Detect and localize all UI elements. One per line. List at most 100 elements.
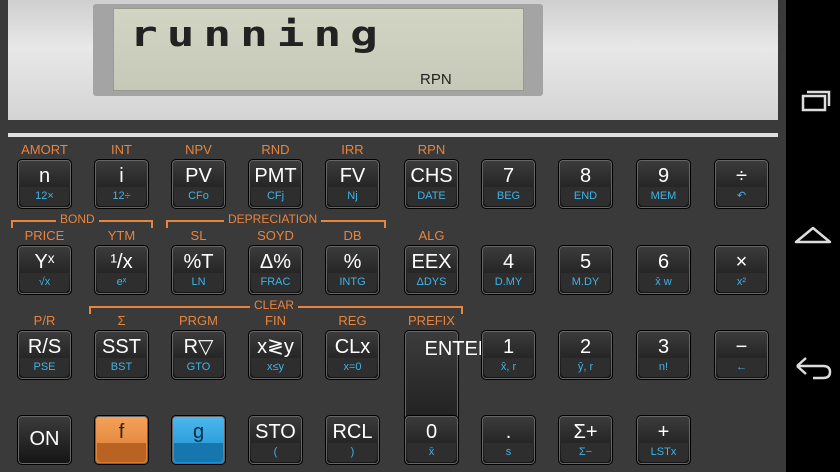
key-mul-blue-label: x²: [717, 273, 766, 292]
key-div-label: ÷: [736, 165, 747, 187]
android-nav-bar: [786, 0, 840, 472]
key-g[interactable]: g: [171, 415, 226, 465]
key-rdown-label: R▽: [183, 336, 214, 358]
key-sigma[interactable]: Σ+ Σ−: [558, 415, 613, 465]
key-xy[interactable]: x≷y x≤y: [248, 330, 303, 380]
key-6-blue-label: x̄ w: [639, 273, 688, 292]
key-g-label: g: [192, 421, 205, 443]
key-pv-gold-label: NPV: [185, 142, 212, 157]
key-2[interactable]: 2 ŷ, r: [558, 330, 613, 380]
key-pct[interactable]: % INTG: [325, 245, 380, 295]
key-7-label: 7: [502, 165, 515, 187]
key-rcl-blue-label: ): [328, 443, 377, 462]
key-rs-blue-label: PSE: [20, 358, 69, 377]
key-yx[interactable]: Yˣ √x: [17, 245, 72, 295]
key-inv-gold-label: YTM: [107, 228, 136, 243]
key-pv-blue-label: CFo: [174, 187, 223, 206]
key-mul[interactable]: × x²: [714, 245, 769, 295]
key-delta-pct-label: Δ%: [259, 251, 292, 273]
key-chs-blue-label: DATE: [407, 187, 456, 206]
key-rs-gold-label: P/R: [33, 313, 56, 328]
key-enter-label: ENTER: [424, 338, 493, 360]
home-button[interactable]: [793, 216, 833, 256]
lcd-text: running: [130, 13, 387, 54]
key-1[interactable]: 1 x̂, r: [481, 330, 536, 380]
bond-label: BOND: [56, 212, 99, 226]
key-9-blue-label: MEM: [639, 187, 688, 206]
key-div[interactable]: ÷ ↶: [714, 159, 769, 209]
key-sst-gold-label: Σ: [117, 313, 126, 328]
key-pmt[interactable]: PMT CFj: [248, 159, 303, 209]
key-fv[interactable]: FV Nj: [325, 159, 380, 209]
key-rs[interactable]: R/S PSE: [17, 330, 72, 380]
key-2-label: 2: [579, 336, 592, 358]
recent-apps-button[interactable]: [793, 84, 833, 124]
key-5-blue-label: M.DY: [561, 273, 610, 292]
key-pv[interactable]: PV CFo: [171, 159, 226, 209]
key-fv-blue-label: Nj: [328, 187, 377, 206]
key-7-blue-label: BEG: [484, 187, 533, 206]
key-5-label: 5: [579, 251, 592, 273]
key-delta-pct[interactable]: Δ% FRAC: [248, 245, 303, 295]
home-icon: [794, 226, 832, 244]
key-sigma-blue-label: Σ−: [561, 443, 610, 462]
key-rcl-label: RCL: [332, 421, 373, 443]
key-i[interactable]: i 12÷: [94, 159, 149, 209]
key-on[interactable]: ON: [17, 415, 72, 465]
key-clx-blue-label: x=0: [328, 358, 377, 377]
key-5[interactable]: 5 M.DY: [558, 245, 613, 295]
key-6[interactable]: 6 x̄ w: [636, 245, 691, 295]
key-rs-label: R/S: [27, 336, 62, 358]
key-rdown-blue-label: GTO: [174, 358, 223, 377]
key-pmt-gold-label: RND: [261, 142, 290, 157]
key-pct-t[interactable]: %T LN: [171, 245, 226, 295]
key-dot[interactable]: .s: [481, 415, 536, 465]
key-sst-label: SST: [102, 336, 141, 358]
key-sto[interactable]: STO(: [248, 415, 303, 465]
key-on-label: ON: [29, 428, 60, 450]
key-8-blue-label: END: [561, 187, 610, 206]
key-3-label: 3: [657, 336, 670, 358]
key-rdown[interactable]: R▽ GTO: [171, 330, 226, 380]
key-7[interactable]: 7 BEG: [481, 159, 536, 209]
key-f-label: f: [118, 421, 125, 443]
key-minus[interactable]: − ←: [714, 330, 769, 380]
key-i-gold-label: INT: [111, 142, 132, 157]
key-8[interactable]: 8 END: [558, 159, 613, 209]
key-inv[interactable]: ¹/x eˣ: [94, 245, 149, 295]
recent-apps-icon: [801, 90, 831, 112]
key-minus-label: −: [735, 336, 748, 358]
key-sst[interactable]: SST BST: [94, 330, 149, 380]
key-plus[interactable]: + LSTx: [636, 415, 691, 465]
key-n-gold-label: AMORT: [21, 142, 68, 157]
key-pct-label: %: [343, 251, 362, 273]
key-0[interactable]: 0 x̄: [404, 415, 459, 465]
key-inv-blue-label: eˣ: [97, 273, 146, 292]
key-n[interactable]: n 12×: [17, 159, 72, 209]
key-3[interactable]: 3 n!: [636, 330, 691, 380]
key-pv-label: PV: [185, 165, 212, 187]
key-enter-gold-label: PREFIX: [408, 313, 455, 328]
key-9[interactable]: 9 MEM: [636, 159, 691, 209]
key-pmt-label: PMT: [254, 165, 297, 187]
key-mul-label: ×: [735, 251, 748, 273]
key-n-label: n: [38, 165, 51, 187]
key-i-label: i: [119, 165, 124, 187]
key-div-blue-label: ↶: [717, 187, 766, 206]
key-pct-t-gold-label: SL: [190, 228, 207, 243]
key-eex[interactable]: EEX ΔDYS: [404, 245, 459, 295]
key-pct-gold-label: DB: [343, 228, 362, 243]
key-rcl[interactable]: RCL): [325, 415, 380, 465]
key-chs[interactable]: CHS DATE: [404, 159, 459, 209]
key-chs-label: CHS: [410, 165, 453, 187]
key-fv-label: FV: [339, 165, 366, 187]
key-6-label: 6: [657, 251, 670, 273]
back-button[interactable]: [793, 346, 833, 386]
key-clx[interactable]: CLx x=0: [325, 330, 380, 380]
key-minus-blue-label: ←: [717, 358, 766, 377]
key-pct-blue-label: INTG: [328, 273, 377, 292]
key-yx-blue-label: √x: [20, 273, 69, 292]
key-f[interactable]: f: [94, 415, 149, 465]
key-9-label: 9: [657, 165, 670, 187]
key-4[interactable]: 4 D.MY: [481, 245, 536, 295]
